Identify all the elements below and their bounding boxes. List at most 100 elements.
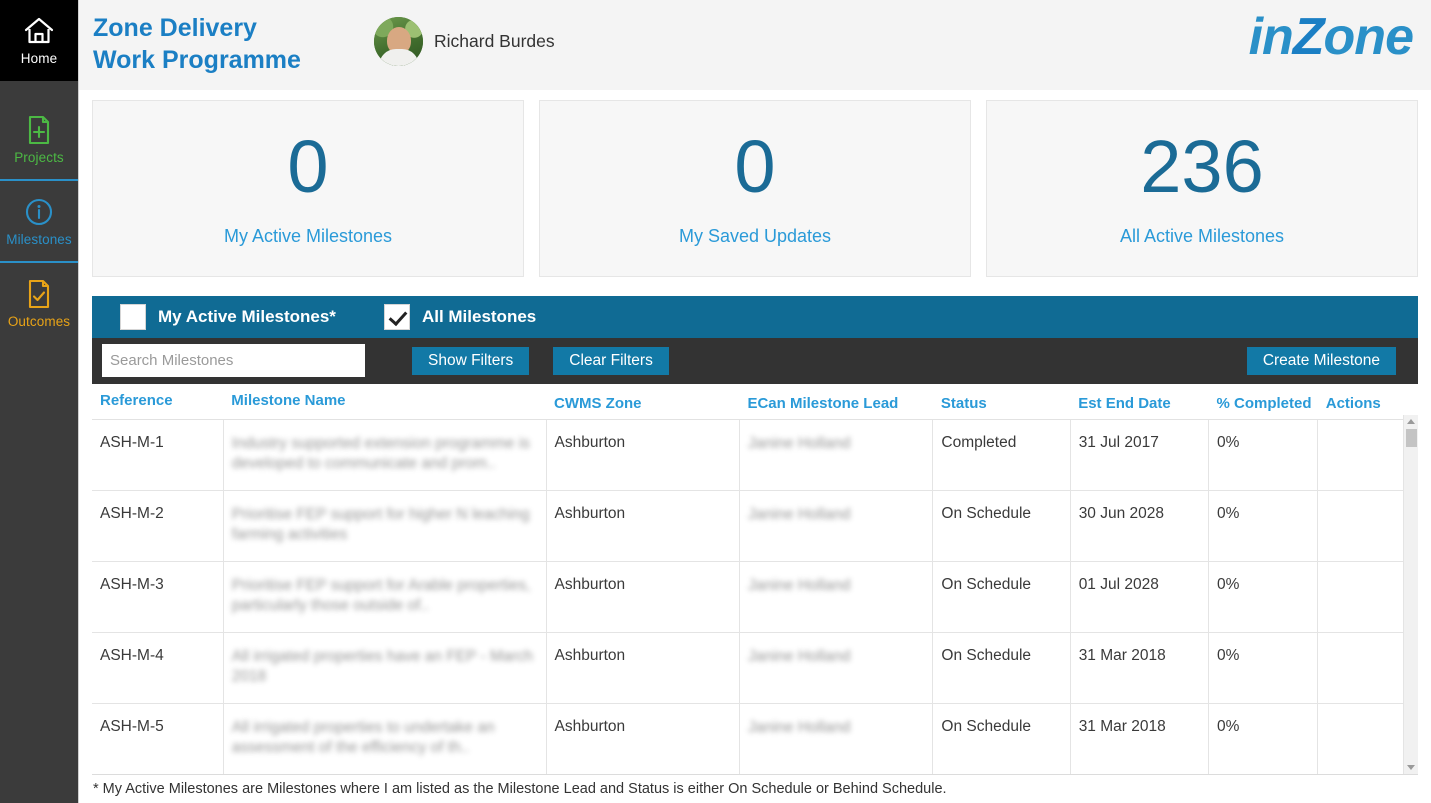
- sidebar-item-outcomes-label: Outcomes: [7, 313, 71, 329]
- document-plus-icon: [23, 114, 55, 146]
- cell-cwms-zone: Ashburton: [546, 631, 740, 704]
- cell-status: On Schedule: [932, 489, 1071, 562]
- cell-reference: ASH-M-1: [92, 418, 224, 491]
- cell-milestone-name: Industry supported extension programme i…: [223, 418, 547, 491]
- logo-text-z: Z: [1292, 8, 1325, 66]
- scroll-down-arrow-icon[interactable]: [1407, 765, 1415, 771]
- cell-percent-completed: 0%: [1208, 631, 1319, 704]
- cell-ecan-milestone-lead: Janine Holland: [739, 702, 934, 775]
- page-title-line2: Work Programme: [93, 45, 301, 74]
- column-header-est-end-date[interactable]: Est End Date: [1070, 383, 1209, 420]
- sidebar-nav: Home Projects Milestones Outcomes: [0, 0, 79, 803]
- card-my-active-milestones-label: My Active Milestones: [223, 225, 393, 246]
- card-all-active-milestones-value: 236: [1140, 124, 1264, 208]
- milestones-table: Reference Milestone Name CWMS Zone ECan …: [92, 383, 1418, 775]
- cell-est-end-date: 01 Jul 2028: [1070, 560, 1210, 633]
- table-row[interactable]: ASH-M-5 All irrigated properties to unde…: [92, 702, 1418, 775]
- cell-ecan-milestone-lead: Janine Holland: [739, 560, 934, 633]
- sidebar-item-projects[interactable]: Projects: [0, 99, 78, 179]
- home-icon: [23, 15, 55, 47]
- avatar-shirt: [378, 49, 419, 67]
- user-name: Richard Burdes: [434, 31, 555, 52]
- table-row[interactable]: ASH-M-1 Industry supported extension pro…: [92, 418, 1418, 491]
- column-header-milestone-name[interactable]: Milestone Name: [223, 383, 547, 420]
- cell-cwms-zone: Ashburton: [546, 489, 740, 562]
- sidebar-item-home-label: Home: [20, 51, 58, 66]
- table-vertical-scrollbar[interactable]: [1403, 414, 1418, 775]
- card-my-saved-updates[interactable]: 0 My Saved Updates: [539, 99, 971, 277]
- card-all-active-milestones[interactable]: 236 All Active Milestones: [986, 99, 1418, 277]
- cell-reference: ASH-M-4: [92, 631, 224, 704]
- cell-milestone-name: All irrigated properties have an FEP - M…: [223, 631, 547, 704]
- cell-est-end-date: 31 Mar 2018: [1070, 702, 1210, 775]
- filter-action-row: Show Filters Clear Filters Create Milest…: [92, 337, 1418, 384]
- column-header-status[interactable]: Status: [932, 383, 1071, 420]
- table-header: Reference Milestone Name CWMS Zone ECan …: [92, 383, 1418, 420]
- page-header: Zone Delivery Work Programme Richard Bur…: [79, 0, 1431, 90]
- filter-checkbox-row: My Active Milestones* All Milestones: [92, 295, 1418, 338]
- checkbox-my-active-milestones-label: My Active Milestones*: [158, 306, 336, 326]
- cell-est-end-date: 31 Jul 2017: [1070, 418, 1210, 491]
- sidebar-item-outcomes[interactable]: Outcomes: [0, 263, 78, 343]
- sidebar-item-home[interactable]: Home: [0, 0, 78, 81]
- filter-bar: My Active Milestones* All Milestones Sho…: [92, 295, 1418, 384]
- cell-reference: ASH-M-5: [92, 702, 224, 775]
- cell-est-end-date: 30 Jun 2028: [1070, 489, 1210, 562]
- info-circle-icon: [23, 196, 55, 228]
- checkbox-all-milestones-box[interactable]: [383, 303, 410, 330]
- cell-ecan-milestone-lead: Janine Holland: [739, 418, 934, 491]
- table-row[interactable]: ASH-M-2 Prioritise FEP support for highe…: [92, 489, 1418, 562]
- cell-milestone-name: Prioritise FEP support for Arable proper…: [223, 560, 547, 633]
- sidebar-item-projects-label: Projects: [14, 149, 64, 165]
- table-header-row: Reference Milestone Name CWMS Zone ECan …: [92, 383, 1418, 420]
- checkbox-all-milestones[interactable]: All Milestones: [383, 303, 537, 330]
- milestones-table-container: Reference Milestone Name CWMS Zone ECan …: [92, 383, 1418, 776]
- stat-cards: 0 My Active Milestones 0 My Saved Update…: [79, 90, 1431, 277]
- cell-status: On Schedule: [932, 702, 1071, 775]
- checkbox-all-milestones-label: All Milestones: [421, 306, 537, 326]
- cell-cwms-zone: Ashburton: [546, 702, 740, 775]
- search-input[interactable]: [102, 344, 365, 378]
- table-row[interactable]: ASH-M-3 Prioritise FEP support for Arabl…: [92, 560, 1418, 633]
- create-milestone-button[interactable]: Create Milestone: [1246, 346, 1396, 375]
- scroll-up-arrow-icon[interactable]: [1407, 418, 1415, 424]
- column-header-cwms-zone[interactable]: CWMS Zone: [546, 383, 740, 420]
- scrollbar-thumb[interactable]: [1406, 428, 1417, 447]
- clear-filters-button[interactable]: Clear Filters: [553, 346, 669, 375]
- card-my-saved-updates-label: My Saved Updates: [678, 225, 832, 246]
- table-body: ASH-M-1 Industry supported extension pro…: [92, 418, 1418, 775]
- logo-text-in: in: [1248, 8, 1294, 66]
- main-content: Zone Delivery Work Programme Richard Bur…: [79, 0, 1431, 803]
- card-all-active-milestones-label: All Active Milestones: [1119, 225, 1285, 246]
- show-filters-button[interactable]: Show Filters: [412, 346, 530, 375]
- user-profile[interactable]: Richard Burdes: [374, 17, 555, 67]
- document-check-icon: [23, 278, 55, 310]
- cell-percent-completed: 0%: [1208, 489, 1319, 562]
- column-header-ecan-milestone-lead[interactable]: ECan Milestone Lead: [739, 383, 933, 420]
- column-header-reference[interactable]: Reference: [92, 383, 224, 420]
- cell-percent-completed: 0%: [1208, 418, 1319, 491]
- sidebar-item-milestones[interactable]: Milestones: [0, 181, 78, 261]
- table-row[interactable]: ASH-M-4 All irrigated properties have an…: [92, 631, 1418, 704]
- cell-reference: ASH-M-2: [92, 489, 224, 562]
- inzone-logo: inZone: [1248, 8, 1414, 66]
- card-my-active-milestones[interactable]: 0 My Active Milestones: [92, 99, 524, 277]
- column-header-percent-completed[interactable]: % Completed: [1208, 383, 1318, 420]
- cell-status: On Schedule: [932, 631, 1071, 704]
- cell-status: Completed: [932, 418, 1071, 491]
- cell-ecan-milestone-lead: Janine Holland: [739, 631, 934, 704]
- sidebar-item-milestones-label: Milestones: [6, 231, 72, 247]
- cell-reference: ASH-M-3: [92, 560, 224, 633]
- logo-text-one: one: [1323, 8, 1414, 66]
- page-title-line1: Zone Delivery: [93, 14, 257, 43]
- cell-percent-completed: 0%: [1208, 702, 1319, 775]
- checkbox-my-active-milestones-box[interactable]: [120, 303, 146, 330]
- cell-cwms-zone: Ashburton: [546, 418, 740, 491]
- application-window: Home Projects Milestones Outcomes Zone D…: [0, 0, 1431, 803]
- cell-ecan-milestone-lead: Janine Holland: [739, 489, 934, 562]
- avatar: [374, 17, 423, 67]
- cell-milestone-name: All irrigated properties to undertake an…: [223, 702, 547, 775]
- page-title: Zone Delivery Work Programme: [93, 13, 368, 76]
- checkbox-my-active-milestones[interactable]: My Active Milestones*: [120, 303, 336, 330]
